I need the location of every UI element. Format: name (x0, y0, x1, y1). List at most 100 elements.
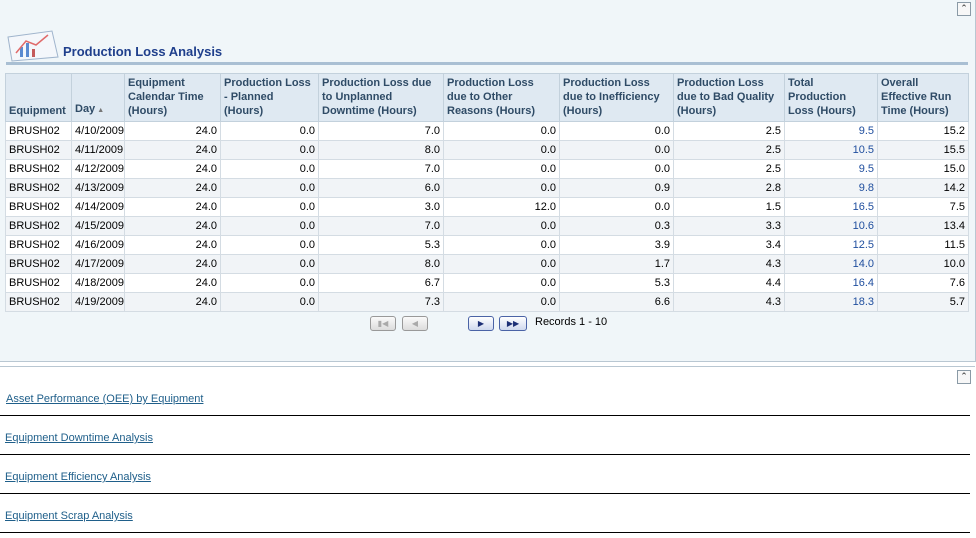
cell-effective-run-time: 15.2 (877, 121, 969, 141)
table-row: BRUSH02 4/13/2009 24.0 0.0 6.0 0.0 0.9 2.8 9.8 14… (5, 178, 969, 198)
cell-day: 4/17/2009 (71, 254, 125, 274)
cell-effective-run-time: 10.0 (877, 254, 969, 274)
first-page-icon[interactable]: ▮◀ (370, 316, 396, 331)
next-page-icon[interactable]: ▶ (468, 316, 494, 331)
cell-other-reasons-loss: 0.0 (443, 159, 560, 179)
cell-total-loss[interactable]: 10.6 (784, 216, 878, 236)
link-efficiency-analysis[interactable]: Equipment Efficiency Analysis (5, 471, 151, 483)
cell-calendar-time: 24.0 (124, 197, 221, 217)
cell-bad-quality-loss: 1.5 (673, 197, 785, 217)
cell-total-loss[interactable]: 9.5 (784, 159, 878, 179)
cell-total-loss[interactable]: 16.4 (784, 273, 878, 293)
cell-unplanned-downtime-loss: 8.0 (318, 140, 444, 160)
cell-calendar-time: 24.0 (124, 178, 221, 198)
cell-planned-loss: 0.0 (220, 216, 319, 236)
sort-ascending-icon: ▲ (97, 107, 105, 114)
production-loss-panel: ⌃ Production Loss Analysis Equipment Day… (0, 0, 976, 362)
cell-equipment: BRUSH02 (5, 292, 72, 312)
cell-unplanned-downtime-loss: 6.0 (318, 178, 444, 198)
cell-effective-run-time: 7.6 (877, 273, 969, 293)
cell-bad-quality-loss: 4.3 (673, 292, 785, 312)
cell-inefficiency-loss: 5.3 (559, 273, 674, 293)
cell-total-loss[interactable]: 10.5 (784, 140, 878, 160)
cell-effective-run-time: 11.5 (877, 235, 969, 255)
cell-effective-run-time: 7.5 (877, 197, 969, 217)
cell-day: 4/10/2009 (71, 121, 125, 141)
cell-unplanned-downtime-loss: 7.0 (318, 159, 444, 179)
table-row: BRUSH02 4/11/2009 24.0 0.0 8.0 0.0 0.0 2.5 10.5 1… (5, 140, 969, 160)
cell-inefficiency-loss: 0.0 (559, 197, 674, 217)
cell-planned-loss: 0.0 (220, 254, 319, 274)
link-downtime-analysis[interactable]: Equipment Downtime Analysis (5, 432, 153, 444)
col-equipment[interactable]: Equipment (5, 73, 72, 122)
cell-day: 4/16/2009 (71, 235, 125, 255)
col-unplanned-downtime-loss[interactable]: Production Loss due to Unplanned Downtim… (318, 73, 444, 122)
cell-inefficiency-loss: 0.0 (559, 159, 674, 179)
link-scrap-analysis[interactable]: Equipment Scrap Analysis (5, 510, 133, 522)
cell-inefficiency-loss: 6.6 (559, 292, 674, 312)
cell-total-loss[interactable]: 14.0 (784, 254, 878, 274)
cell-bad-quality-loss: 4.3 (673, 254, 785, 274)
cell-total-loss[interactable]: 9.5 (784, 121, 878, 141)
cell-bad-quality-loss: 2.8 (673, 178, 785, 198)
cell-equipment: BRUSH02 (5, 254, 72, 274)
cell-planned-loss: 0.0 (220, 159, 319, 179)
col-inefficiency-loss[interactable]: Production Loss due to Inefficiency (Hou… (559, 73, 674, 122)
last-page-icon[interactable]: ▶▶ (499, 316, 527, 331)
cell-bad-quality-loss: 3.4 (673, 235, 785, 255)
cell-inefficiency-loss: 0.3 (559, 216, 674, 236)
cell-planned-loss: 0.0 (220, 140, 319, 160)
col-effective-run-time[interactable]: Overall Effective Run Time (Hours) (877, 73, 969, 122)
cell-calendar-time: 24.0 (124, 254, 221, 274)
table-row: BRUSH02 4/17/2009 24.0 0.0 8.0 0.0 1.7 4.3 14.0 1… (5, 254, 969, 274)
cell-other-reasons-loss: 0.0 (443, 121, 560, 141)
cell-calendar-time: 24.0 (124, 273, 221, 293)
collapse-related-button[interactable]: ⌃ (957, 370, 971, 384)
cell-total-loss[interactable]: 18.3 (784, 292, 878, 312)
cell-day: 4/11/2009 (71, 140, 125, 160)
table-row: BRUSH02 4/10/2009 24.0 0.0 7.0 0.0 0.0 2.5 9.5 15… (5, 121, 969, 141)
prev-page-icon[interactable]: ◀ (402, 316, 428, 331)
table-header-row: Equipment Day ▲ Equipment Calendar Time (… (5, 73, 969, 122)
related-reports-panel: ⌃ Asset Performance (OEE) by Equipment E… (0, 366, 975, 538)
table-row: BRUSH02 4/14/2009 24.0 0.0 3.0 12.0 0.0 1.5 16.5… (5, 197, 969, 217)
cell-day: 4/14/2009 (71, 197, 125, 217)
col-total-loss[interactable]: Total Production Loss (Hours) (784, 73, 878, 122)
cell-total-loss[interactable]: 12.5 (784, 235, 878, 255)
cell-inefficiency-loss: 0.9 (559, 178, 674, 198)
link-divider (0, 493, 970, 494)
col-day[interactable]: Day ▲ (71, 73, 125, 122)
cell-unplanned-downtime-loss: 8.0 (318, 254, 444, 274)
cell-calendar-time: 24.0 (124, 140, 221, 160)
cell-effective-run-time: 15.0 (877, 159, 969, 179)
cell-calendar-time: 24.0 (124, 292, 221, 312)
cell-day: 4/19/2009 (71, 292, 125, 312)
cell-total-loss[interactable]: 16.5 (784, 197, 878, 217)
cell-other-reasons-loss: 0.0 (443, 254, 560, 274)
cell-unplanned-downtime-loss: 6.7 (318, 273, 444, 293)
cell-effective-run-time: 14.2 (877, 178, 969, 198)
link-asset-performance[interactable]: Asset Performance (OEE) by Equipment (6, 393, 203, 405)
cell-day: 4/18/2009 (71, 273, 125, 293)
col-bad-quality-loss[interactable]: Production Loss due to Bad Quality (Hour… (673, 73, 785, 122)
collapse-panel-button[interactable]: ⌃ (957, 2, 971, 16)
cell-total-loss[interactable]: 9.8 (784, 178, 878, 198)
cell-planned-loss: 0.0 (220, 292, 319, 312)
cell-planned-loss: 0.0 (220, 235, 319, 255)
cell-equipment: BRUSH02 (5, 216, 72, 236)
col-other-reasons-loss[interactable]: Production Loss due to Other Reasons (Ho… (443, 73, 560, 122)
cell-calendar-time: 24.0 (124, 216, 221, 236)
cell-other-reasons-loss: 0.0 (443, 216, 560, 236)
table-row: BRUSH02 4/16/2009 24.0 0.0 5.3 0.0 3.9 3.4 12.5 1… (5, 235, 969, 255)
cell-other-reasons-loss: 0.0 (443, 140, 560, 160)
col-planned-loss[interactable]: Production Loss - Planned (Hours) (220, 73, 319, 122)
title-divider (6, 62, 968, 65)
cell-inefficiency-loss: 1.7 (559, 254, 674, 274)
cell-calendar-time: 24.0 (124, 121, 221, 141)
col-calendar-time[interactable]: Equipment Calendar Time (Hours) (124, 73, 221, 122)
cell-bad-quality-loss: 4.4 (673, 273, 785, 293)
cell-planned-loss: 0.0 (220, 197, 319, 217)
cell-equipment: BRUSH02 (5, 121, 72, 141)
cell-planned-loss: 0.0 (220, 121, 319, 141)
cell-unplanned-downtime-loss: 5.3 (318, 235, 444, 255)
